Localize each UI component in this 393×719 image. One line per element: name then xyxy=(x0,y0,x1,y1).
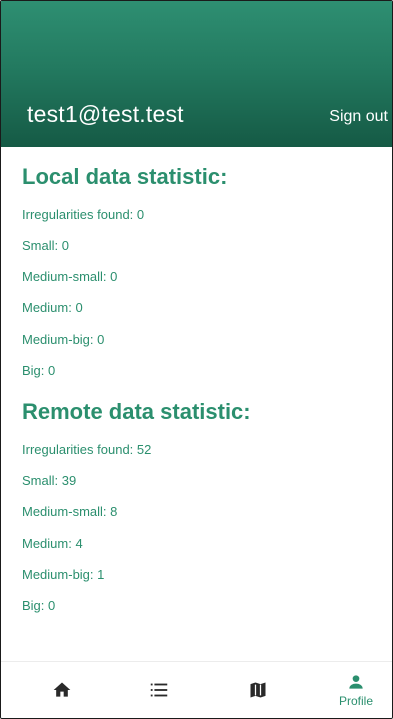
nav-profile[interactable]: Profile xyxy=(321,662,391,718)
local-big: Big: 0 xyxy=(22,363,56,378)
nav-home[interactable] xyxy=(27,662,97,718)
person-icon xyxy=(349,675,363,689)
nav-list[interactable] xyxy=(124,662,194,718)
local-stats-title: Local data statistic: xyxy=(22,164,228,189)
remote-big: Big: 0 xyxy=(22,598,56,613)
user-email: test1@test.test xyxy=(27,101,184,127)
app-frame: test1@test.test Sign out Local data stat… xyxy=(0,0,393,719)
remote-small: Small: 39 xyxy=(22,473,77,488)
profile-header: test1@test.test Sign out xyxy=(1,1,392,147)
remote-medium-big: Medium-big: 1 xyxy=(22,567,105,582)
home-icon xyxy=(53,682,71,697)
remote-medium-small: Medium-small: 8 xyxy=(22,504,118,519)
nav-profile-label: Profile xyxy=(338,694,373,708)
map-icon xyxy=(250,682,266,698)
local-irregularities: Irregularities found: 0 xyxy=(22,207,145,222)
list-icon xyxy=(150,683,168,697)
local-medium-big: Medium-big: 0 xyxy=(22,332,105,347)
sign-out-button[interactable]: Sign out xyxy=(329,108,388,126)
local-medium-small: Medium-small: 0 xyxy=(22,269,118,284)
bottom-navigation: Profile xyxy=(1,661,392,718)
remote-medium: Medium: 4 xyxy=(22,536,83,551)
nav-map[interactable] xyxy=(223,662,293,718)
local-medium: Medium: 0 xyxy=(22,300,83,315)
local-small: Small: 0 xyxy=(22,238,69,253)
remote-stats-title: Remote data statistic: xyxy=(22,399,251,424)
remote-irregularities: Irregularities found: 52 xyxy=(22,442,152,457)
